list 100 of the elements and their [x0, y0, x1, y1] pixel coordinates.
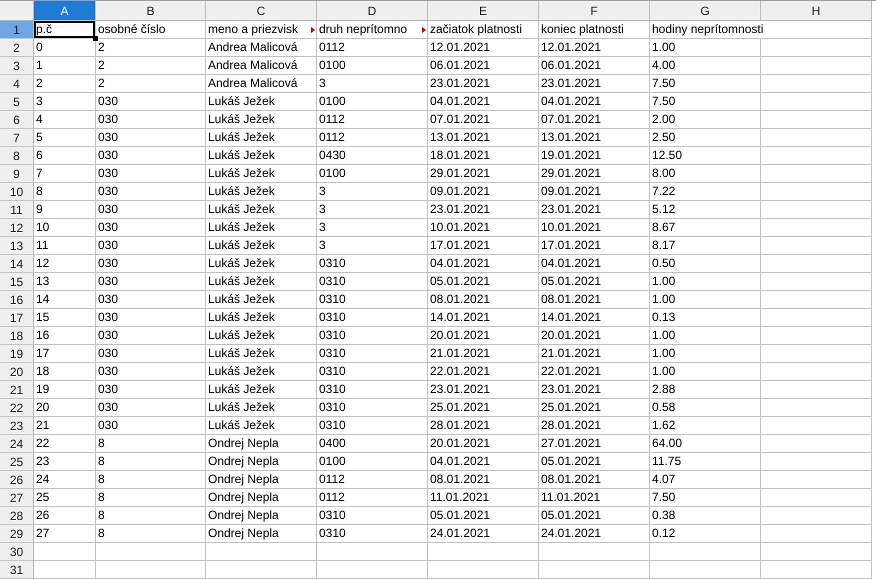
table-cell: 14 [34, 291, 96, 309]
table-cell: Lukáš Ježek [206, 417, 317, 435]
table-cell: Lukáš Ježek [206, 273, 317, 291]
table-cell: 19 [34, 381, 96, 399]
table-cell: 030 [96, 165, 206, 183]
table-cell: 1 [34, 57, 96, 75]
row-header[interactable]: 13 [0, 237, 34, 255]
table-cell: 0310 [317, 363, 428, 381]
row-header[interactable]: 24 [0, 435, 34, 453]
row-header[interactable]: 26 [0, 471, 34, 489]
row-header[interactable]: 16 [0, 291, 34, 309]
table-cell: 12.01.2021 [539, 39, 650, 57]
table-cell: 21 [34, 417, 96, 435]
table-cell: Ondrej Nepla [206, 471, 317, 489]
table-cell: 08.01.2021 [539, 471, 650, 489]
table-cell: 11.01.2021 [539, 489, 650, 507]
row-header[interactable]: 8 [0, 147, 34, 165]
column-header[interactable]: A [34, 1, 96, 21]
table-cell: 13 [34, 273, 96, 291]
table-cell: 05.01.2021 [539, 507, 650, 525]
table-cell: 0310 [317, 381, 428, 399]
table-cell: osobné číslo [96, 21, 206, 39]
row-header[interactable]: 22 [0, 399, 34, 417]
table-cell: 23.01.2021 [539, 381, 650, 399]
table-cell: 0310 [317, 255, 428, 273]
row-header[interactable]: 10 [0, 183, 34, 201]
table-cell: 24 [34, 471, 96, 489]
table-cell: 1.00 [650, 39, 761, 57]
table-cell: 0100 [317, 93, 428, 111]
table-cell: 2.88 [650, 381, 761, 399]
row-header[interactable]: 27 [0, 489, 34, 507]
table-cell: 24.01.2021 [428, 525, 539, 543]
table-cell: 0.50 [650, 255, 761, 273]
table-cell: p.č [34, 21, 96, 39]
table-cell: hodiny neprítomnosti [650, 21, 872, 39]
row-header[interactable]: 18 [0, 327, 34, 345]
table-cell: 07.01.2021 [539, 111, 650, 129]
column-header[interactable]: B [96, 1, 206, 21]
row-header[interactable]: 31 [0, 561, 34, 579]
table-cell: 11.75 [650, 453, 761, 471]
row-header[interactable]: 4 [0, 75, 34, 93]
table-cell: 0310 [317, 291, 428, 309]
table-cell: 0.12 [650, 525, 761, 543]
table-cell: 8.00 [650, 165, 761, 183]
table-cell: Lukáš Ježek [206, 399, 317, 417]
row-header[interactable]: 23 [0, 417, 34, 435]
row-header[interactable]: 11 [0, 201, 34, 219]
row-header[interactable]: 25 [0, 453, 34, 471]
table-cell: 8.17 [650, 237, 761, 255]
table-cell: 19.01.2021 [539, 147, 650, 165]
row-header[interactable]: 30 [0, 543, 34, 561]
row-header[interactable]: 2 [0, 39, 34, 57]
table-cell: 0112 [317, 111, 428, 129]
table-cell: 0112 [317, 129, 428, 147]
table-cell: 05.01.2021 [428, 507, 539, 525]
column-header[interactable]: F [539, 1, 650, 21]
column-header[interactable]: E [428, 1, 539, 21]
row-header[interactable]: 6 [0, 111, 34, 129]
table-cell: 23.01.2021 [539, 201, 650, 219]
row-header[interactable]: 17 [0, 309, 34, 327]
table-cell: Lukáš Ježek [206, 111, 317, 129]
table-cell: začiatok platnosti [428, 21, 539, 39]
row-header[interactable]: 9 [0, 165, 34, 183]
table-cell: druh neprítomno [317, 21, 428, 39]
table-cell: 04.01.2021 [428, 453, 539, 471]
row-header[interactable]: 12 [0, 219, 34, 237]
table-cell: 0310 [317, 327, 428, 345]
column-header[interactable]: D [317, 1, 428, 21]
row-header[interactable]: 19 [0, 345, 34, 363]
row-header[interactable]: 28 [0, 507, 34, 525]
column-header[interactable]: H [761, 1, 872, 21]
table-cell: 8 [96, 453, 206, 471]
column-header[interactable]: G [650, 1, 761, 21]
table-cell: 4.00 [650, 57, 761, 75]
table-cell: 20.01.2021 [539, 327, 650, 345]
fill-handle[interactable] [93, 36, 98, 41]
row-header[interactable]: 21 [0, 381, 34, 399]
table-cell: 64.00 [650, 435, 761, 453]
table-cell: 030 [96, 417, 206, 435]
column-header[interactable]: C [206, 1, 317, 21]
row-header[interactable]: 7 [0, 129, 34, 147]
table-cell: 22.01.2021 [539, 363, 650, 381]
table-cell: 27 [34, 525, 96, 543]
table-cell: 1.00 [650, 363, 761, 381]
row-header[interactable]: 5 [0, 93, 34, 111]
row-header[interactable]: 14 [0, 255, 34, 273]
row-header[interactable]: 15 [0, 273, 34, 291]
select-all-corner[interactable] [0, 1, 34, 21]
row-header[interactable]: 3 [0, 57, 34, 75]
table-cell: 030 [96, 399, 206, 417]
table-cell: 030 [96, 255, 206, 273]
table-cell: meno a priezvisk [206, 21, 317, 39]
row-header[interactable]: 20 [0, 363, 34, 381]
table-cell: 12.50 [650, 147, 761, 165]
row-header[interactable]: 29 [0, 525, 34, 543]
row-header[interactable]: 1 [0, 21, 34, 39]
table-cell: 04.01.2021 [428, 93, 539, 111]
table-cell: 06.01.2021 [539, 57, 650, 75]
table-cell: 06.01.2021 [428, 57, 539, 75]
table-cell: 1.00 [650, 291, 761, 309]
